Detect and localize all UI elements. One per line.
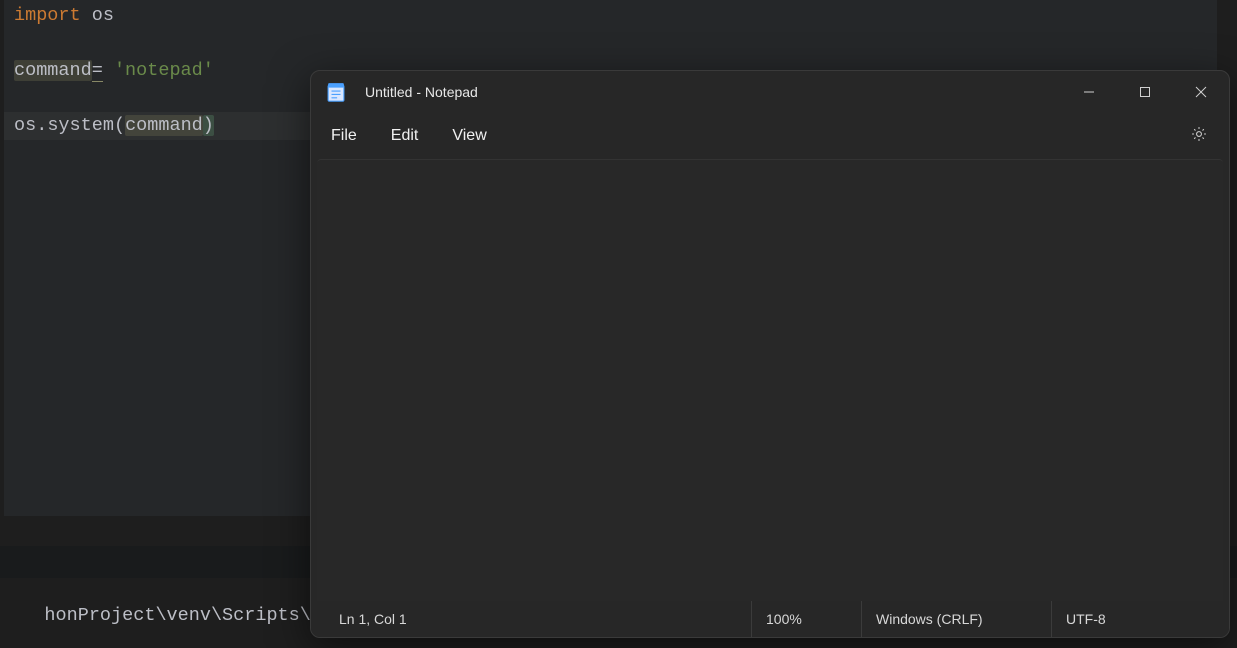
- notepad-window[interactable]: Untitled - Notepad File Edit View: [310, 70, 1230, 638]
- keyword-import: import: [14, 5, 81, 26]
- notepad-titlebar[interactable]: Untitled - Notepad: [311, 71, 1229, 113]
- func-system: system: [47, 115, 114, 136]
- settings-button[interactable]: [1183, 120, 1215, 152]
- menu-edit[interactable]: Edit: [385, 121, 425, 151]
- status-encoding[interactable]: UTF-8: [1051, 601, 1229, 637]
- code-blank-1[interactable]: [4, 30, 1225, 58]
- obj-os: os: [14, 115, 36, 136]
- gear-icon: [1190, 125, 1208, 148]
- module-os: os: [92, 5, 114, 26]
- notepad-menubar: File Edit View: [311, 113, 1229, 159]
- arg-command: command: [125, 115, 203, 136]
- status-caret-position[interactable]: Ln 1, Col 1: [311, 601, 751, 637]
- dot: .: [36, 115, 47, 136]
- status-zoom[interactable]: 100%: [751, 601, 861, 637]
- close-button[interactable]: [1173, 71, 1229, 113]
- op-equals: =: [92, 60, 103, 82]
- code-line-1[interactable]: import os: [4, 2, 1225, 30]
- status-line-ending[interactable]: Windows (CRLF): [861, 601, 1051, 637]
- lparen: (: [114, 115, 125, 136]
- notepad-statusbar: Ln 1, Col 1 100% Windows (CRLF) UTF-8: [311, 601, 1229, 637]
- notepad-title: Untitled - Notepad: [365, 84, 478, 100]
- string-notepad: 'notepad': [114, 60, 214, 81]
- notepad-icon: [327, 82, 345, 102]
- rparen: ): [203, 115, 214, 136]
- var-command: command: [14, 60, 92, 81]
- maximize-button[interactable]: [1117, 71, 1173, 113]
- menu-file[interactable]: File: [325, 121, 363, 151]
- notepad-text-area[interactable]: [317, 159, 1223, 601]
- minimize-button[interactable]: [1061, 71, 1117, 113]
- window-caption-buttons: [1061, 71, 1229, 113]
- menu-view[interactable]: View: [446, 121, 492, 151]
